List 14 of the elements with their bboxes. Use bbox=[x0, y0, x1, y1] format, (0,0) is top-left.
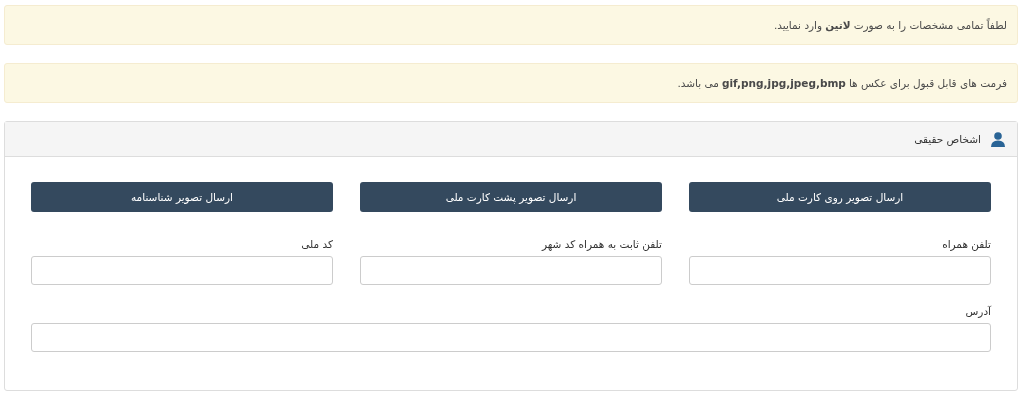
user-icon bbox=[991, 131, 1005, 147]
field-label: کد ملی bbox=[300, 238, 333, 250]
input-field[interactable] bbox=[31, 323, 991, 352]
upload-button[interactable]: ارسال تصویر پشت کارت ملی bbox=[360, 182, 662, 212]
upload-button[interactable]: ارسال تصویر شناسنامه bbox=[31, 182, 333, 212]
input-field[interactable] bbox=[31, 256, 333, 285]
input-field[interactable] bbox=[360, 256, 662, 285]
upload-button[interactable]: ارسال تصویر روی کارت ملی bbox=[689, 182, 991, 212]
input-field[interactable] bbox=[689, 256, 991, 285]
alert-message: لطفاً تمامی مشخصات را به صورت لاتین وارد نمایید. bbox=[4, 5, 1018, 45]
field-label: آدرس bbox=[964, 305, 991, 317]
field-label: تلفن همراه bbox=[941, 238, 991, 250]
panel-title: اشخاص حقیقی bbox=[914, 133, 981, 145]
field-label: تلفن ثابت به همراه کد شهر bbox=[540, 238, 662, 250]
